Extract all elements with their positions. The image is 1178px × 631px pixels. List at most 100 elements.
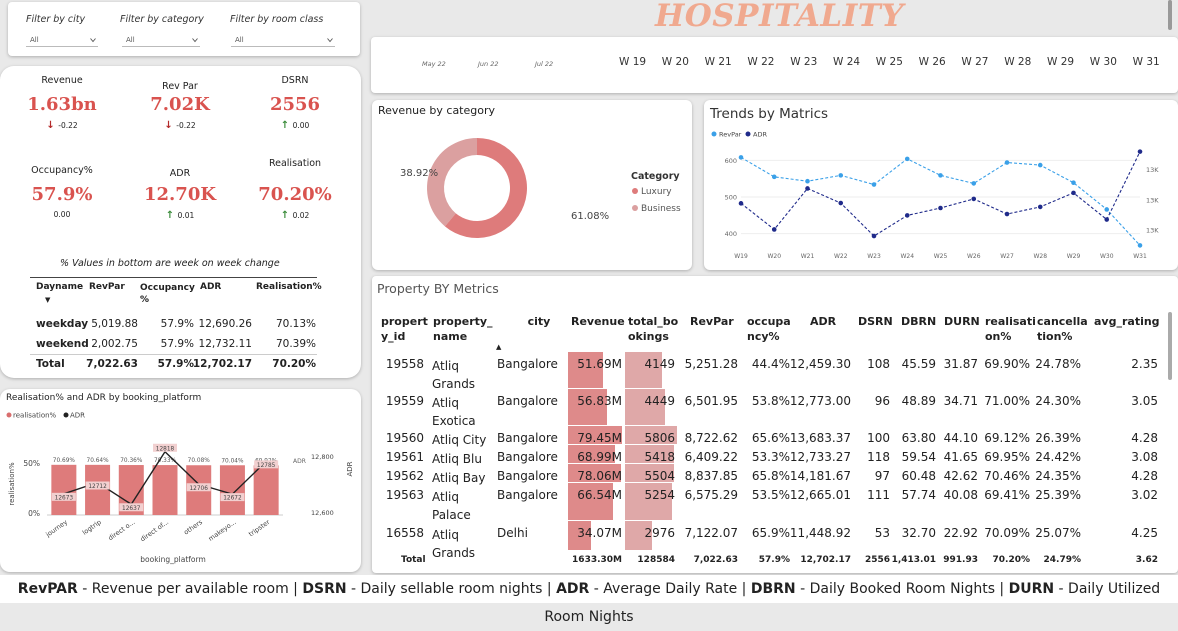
property-cell: 19562 [385,469,424,483]
trend-point-adr [771,227,777,232]
week-table-header-4: Realisation% [256,282,322,292]
week-w28[interactable]: W 28 [1004,56,1031,68]
week-w24[interactable]: W 24 [833,56,860,68]
trend-x-tick: W22 [834,253,848,260]
trend-x-tick: W27 [1000,253,1014,260]
platform-bar-0 [51,464,77,515]
property-header-8: DSRN [858,315,893,328]
trend-point-adr [1104,217,1110,222]
property-cell: 34.07M [577,526,622,540]
property-cell: 26.39% [1035,431,1081,445]
kpi-change-value: -0.22 [176,121,196,130]
week-table-cell: 70.13% [275,318,316,330]
property-total-cell: 991.93 [943,555,978,565]
property-cell: Bangalore [497,469,558,483]
property-cell: 25.07% [1035,526,1081,540]
week-w19[interactable]: W 19 [619,56,646,68]
property-cell: 60.48 [901,469,936,483]
trend-line-revpar [740,156,1141,246]
kpi-change-1: ↓ -0.22 [125,120,235,131]
property-cell: 13,683.37 [789,431,851,445]
property-header-12: cancella tion% [1037,315,1088,343]
trend-legend-label-1: ADR [753,131,767,139]
footer-term: ADR [556,581,590,597]
property-total-cell: Total [401,555,426,565]
property-cell: 19560 [385,431,424,445]
property-name-cell: Atliq City [432,433,487,447]
donut-slice-business [427,138,477,227]
week-w26[interactable]: W 26 [919,56,946,68]
property-cell: 24.35% [1035,469,1081,483]
property-name-cell: Atliq Grands [432,528,476,558]
trend-point-adr [1004,211,1010,217]
platform-bar-3 [152,465,178,515]
property-cell: 100 [867,431,890,445]
week-table-total-cell: Total [36,358,65,370]
property-cell: 5504 [644,469,675,483]
platform-legend-dot-1 [63,412,69,418]
chevron-down-icon [327,38,333,43]
week-table-header-3: ADR [200,282,222,292]
platform-bar-label: 70.36% [120,458,143,464]
footer-term: DBRN [750,581,796,597]
footer-desc: - Daily sellable room nights | [346,581,557,597]
sort-up-icon[interactable]: ▲ [496,343,501,351]
trend-legend-dot-1 [745,131,751,137]
property-total-cell: 24.79% [1043,555,1082,565]
kpi-value-2: 2556 [269,94,321,115]
week-w20[interactable]: W 20 [662,56,689,68]
property-cell: 42.62 [943,469,978,483]
property-header-5: RevPar [690,315,734,328]
filter-value: All [30,36,39,44]
platform-bar-label: 70.08% [188,458,211,464]
kpi-value-1: 7.02K [150,94,210,115]
sort-down-icon[interactable]: ▼ [45,296,50,304]
property-cell: 53.8% [751,394,790,408]
week-w30[interactable]: W 30 [1090,56,1117,68]
week-w21[interactable]: W 21 [705,56,732,68]
property-cell: 69.12% [984,431,1030,445]
property-cell: 19559 [385,394,424,408]
week-table-total-cell: 70.20% [272,358,316,370]
platform-x-tick: logtrip [81,518,103,537]
property-cell: 69.95% [984,450,1030,464]
filter-dropdown-1[interactable]: All [122,33,200,47]
property-cell: 12,459.30 [789,357,851,371]
filters-panel [8,2,360,56]
top-scrollbar[interactable] [1168,0,1172,30]
property-cell: 4.25 [1131,526,1158,540]
filter-dropdown-0[interactable]: All [26,33,98,47]
week-table-cell: 57.9% [160,318,194,330]
arrow-up-icon: ↑ [280,210,293,221]
kpi-value-3: 57.9% [31,184,93,205]
platform-y-tick: 50% [23,459,40,468]
trend-x-tick: W25 [934,253,948,260]
week-w27[interactable]: W 27 [961,56,988,68]
week-table-header-2: Occupancy % [140,283,195,305]
trend-x-tick: W26 [967,253,981,260]
platform-bar-5 [219,465,245,515]
legend-title: Category [631,171,680,182]
week-w29[interactable]: W 29 [1047,56,1074,68]
property-cell: 59.54 [901,450,936,464]
trend-point-revpar [904,156,910,162]
kpi-change-value: 0.00 [292,121,310,130]
week-w31[interactable]: W 31 [1133,56,1160,68]
week-w23[interactable]: W 23 [790,56,817,68]
platform-legend-dot-0 [6,412,12,418]
property-scrollbar[interactable] [1168,312,1172,380]
trend-y-tick: 400 [725,230,737,238]
week-w22[interactable]: W 22 [747,56,774,68]
platform-x-tick: direct o... [107,518,137,542]
trend-point-adr [1137,149,1143,154]
property-cell: 68.99M [577,450,622,464]
week-w25[interactable]: W 25 [876,56,903,68]
property-name-cell: Atliq Palace [432,490,471,522]
property-cell: 32.70 [901,526,936,540]
property-cell: 5,251.28 [684,357,738,371]
property-total-cell: 128584 [637,555,675,565]
platform-line-label: 12672 [223,496,242,502]
property-cell: 3.08 [1131,450,1158,464]
property-cell: 8,722.62 [684,431,738,445]
filter-dropdown-2[interactable]: All [231,33,335,47]
